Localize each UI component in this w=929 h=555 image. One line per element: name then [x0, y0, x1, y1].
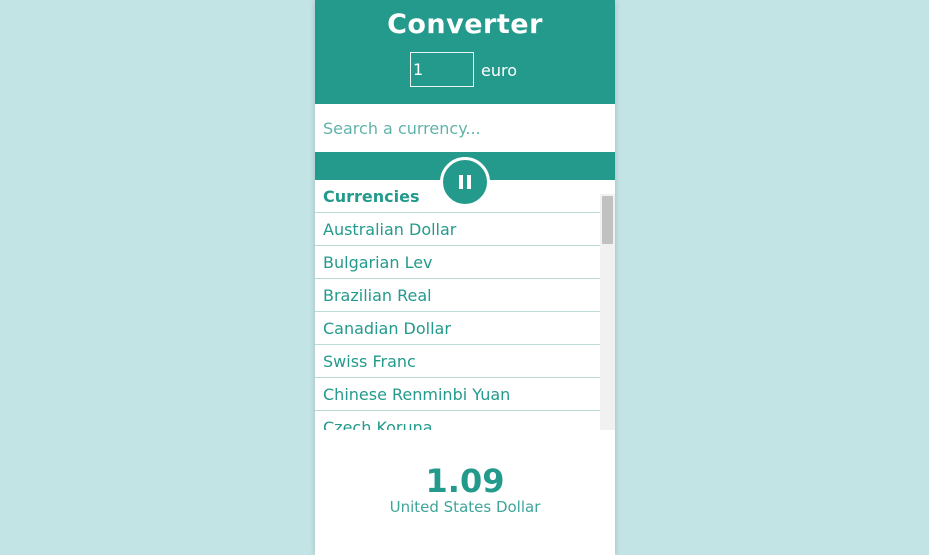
list-item[interactable]: Swiss Franc	[315, 345, 600, 378]
converter-panel: Converter euro Currencies Australian Dol…	[315, 0, 615, 555]
list-item[interactable]: Bulgarian Lev	[315, 246, 600, 279]
currency-list-content: Currencies Australian Dollar Bulgarian L…	[315, 180, 600, 430]
list-item[interactable]: Chinese Renminbi Yuan	[315, 378, 600, 411]
currency-list: Currencies Australian Dollar Bulgarian L…	[315, 180, 615, 430]
converter-header: Converter euro	[315, 0, 615, 104]
amount-unit-label: euro	[481, 61, 517, 80]
result-currency-name: United States Dollar	[389, 498, 541, 516]
list-scrollbar-thumb[interactable]	[602, 196, 613, 244]
page-title: Converter	[387, 9, 543, 40]
pause-icon	[459, 175, 463, 189]
list-item[interactable]: Australian Dollar	[315, 213, 600, 246]
list-item[interactable]: Brazilian Real	[315, 279, 600, 312]
currency-search-input[interactable]	[315, 104, 615, 152]
list-item[interactable]: Canadian Dollar	[315, 312, 600, 345]
pause-button[interactable]	[440, 157, 490, 207]
result-value: 1.09	[425, 462, 505, 500]
list-scrollbar[interactable]	[600, 194, 615, 430]
list-item[interactable]: Czech Koruna	[315, 411, 600, 430]
amount-input[interactable]	[410, 52, 474, 87]
pause-icon-bar	[467, 175, 471, 189]
